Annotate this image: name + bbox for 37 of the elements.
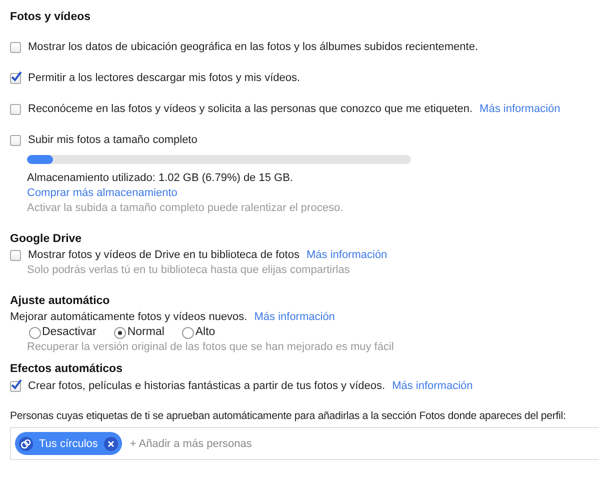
option-label: Crear fotos, películas e historias fantásticas a partir de tus fotos y vídeos. bbox=[28, 379, 386, 394]
more-info-link[interactable]: Más información bbox=[306, 248, 388, 263]
description-text: Mejorar automáticamente fotos y vídeos nuevos. bbox=[10, 310, 248, 325]
option-label: Mostrar los datos de ubicación geográfica en las fotos y los álbumes subidos recientemente. bbox=[28, 40, 478, 55]
radio-button[interactable] bbox=[182, 326, 194, 338]
circles-chip[interactable]: Tus círculos bbox=[15, 432, 122, 455]
hint-text: Solo podrás verlas tú en tu biblioteca hasta que elijas compartirlas bbox=[27, 263, 351, 278]
radio-button[interactable] bbox=[114, 326, 126, 338]
option-label: Permitir a los lectores descargar mis fotos y mis vídeos. bbox=[28, 71, 300, 86]
more-info-link[interactable]: Más información bbox=[480, 102, 560, 117]
option-label: Mostrar fotos y vídeos de Drive en tu biblioteca de fotos bbox=[28, 248, 300, 263]
checkbox[interactable] bbox=[10, 381, 21, 392]
radio-button[interactable] bbox=[29, 326, 41, 338]
hint-text: Recuperar la versión original de las fotos que se han mejorado es muy fácil bbox=[27, 340, 395, 355]
buy-storage-link[interactable]: Comprar más almacenamiento bbox=[27, 186, 599, 201]
checkbox[interactable] bbox=[10, 250, 21, 261]
option-label: Subir mis fotos a tamaño completo bbox=[28, 133, 198, 148]
checkbox[interactable] bbox=[10, 104, 21, 115]
checkbox[interactable] bbox=[10, 42, 21, 53]
section-title: Google Drive bbox=[10, 232, 83, 247]
radio-option[interactable]: Normal bbox=[114, 325, 164, 340]
section-title: Fotos y vídeos bbox=[10, 10, 92, 25]
section-title: Ajuste automático bbox=[10, 294, 111, 309]
section-title: Efectos automáticos bbox=[10, 362, 124, 377]
checkbox[interactable] bbox=[10, 73, 21, 84]
more-info-link[interactable]: Más información bbox=[254, 310, 335, 325]
radio-option[interactable]: Alto bbox=[182, 325, 216, 340]
option-label: Reconóceme en las fotos y vídeos y solicita a las personas que conozco que me etiqueten. bbox=[28, 102, 473, 117]
tag-approval-label: Personas cuyas etiquetas de ti se aprueban automáticamente para añadirlas a la sección Fotos donde apareces del perfil: bbox=[10, 410, 566, 422]
more-info-link[interactable]: Más información bbox=[392, 379, 473, 394]
radio-option[interactable]: Desactivar bbox=[29, 325, 96, 340]
hint-text: Activar la subida a tamaño completo puede ralentizar el proceso. bbox=[27, 201, 344, 216]
checkbox[interactable] bbox=[10, 135, 21, 146]
close-icon[interactable] bbox=[104, 436, 118, 450]
storage-usage: Almacenamiento utilizado: 1.02 GB (6.79%) de 15 GB. bbox=[27, 171, 294, 186]
circles-icon bbox=[19, 436, 33, 450]
people-field[interactable]: Tus círculos + Añadir a más personas bbox=[10, 427, 599, 460]
